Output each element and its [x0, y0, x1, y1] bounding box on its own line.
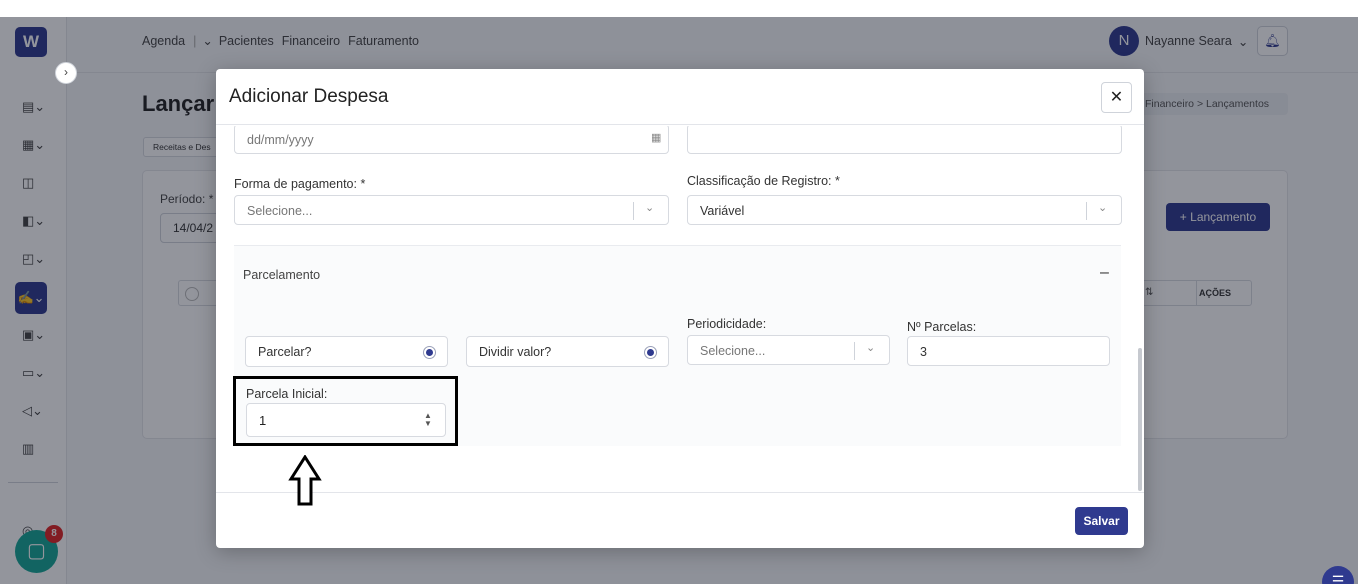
date-input[interactable]: dd/mm/yyyy ▦ — [234, 126, 669, 154]
num-parcelas-input[interactable]: 3 — [907, 336, 1110, 366]
classificacao-label: Classificação de Registro: * — [687, 174, 840, 188]
modal-footer: Salvar — [216, 492, 1144, 548]
periodicidade-select[interactable]: Selecione... ⌄ — [687, 335, 890, 365]
forma-pagamento-value: Selecione... — [247, 204, 313, 218]
value-input[interactable] — [687, 126, 1122, 154]
classificacao-select[interactable]: Variável ⌄ — [687, 195, 1122, 225]
select-separator — [633, 202, 634, 220]
forma-pagamento-select[interactable]: Selecione... ⌄ — [234, 195, 669, 225]
collapse-toggle-icon[interactable]: – — [1100, 264, 1109, 282]
save-button[interactable]: Salvar — [1075, 507, 1128, 535]
forma-pagamento-label: Forma de pagamento: * — [234, 177, 366, 191]
periodicidade-label: Periodicidade: — [687, 317, 767, 331]
dividir-valor-label: Dividir valor? — [479, 345, 552, 359]
add-expense-modal: Adicionar Despesa ✕ dd/mm/yyyy ▦ Forma d… — [216, 69, 1144, 548]
modal-title: Adicionar Despesa — [229, 86, 389, 107]
select-separator — [854, 342, 855, 360]
parcelar-option[interactable]: Parcelar? — [245, 336, 448, 367]
dividir-valor-option[interactable]: Dividir valor? — [466, 336, 669, 367]
modal-scrollbar[interactable] — [1138, 348, 1142, 491]
close-icon[interactable]: ✕ — [1101, 82, 1132, 113]
sidebar-collapse-button[interactable]: › — [55, 62, 77, 84]
calendar-icon[interactable]: ▦ — [651, 131, 661, 144]
top-blank-strip — [0, 0, 1358, 17]
chevron-down-icon[interactable]: ⌄ — [1098, 201, 1107, 214]
dividir-valor-radio[interactable] — [644, 346, 657, 359]
parcelar-radio[interactable] — [423, 346, 436, 359]
classificacao-value: Variável — [700, 204, 745, 218]
select-separator — [1086, 202, 1087, 220]
periodicidade-value: Selecione... — [700, 344, 766, 358]
chevron-down-icon[interactable]: ⌄ — [866, 341, 875, 354]
chevron-down-icon[interactable]: ⌄ — [645, 201, 654, 214]
num-parcelas-value: 3 — [920, 345, 927, 359]
highlight-annotation-box — [233, 376, 458, 446]
date-placeholder: dd/mm/yyyy — [247, 133, 314, 147]
parcelamento-title: Parcelamento — [243, 268, 321, 282]
parcelar-label: Parcelar? — [258, 345, 312, 359]
modal-header: Adicionar Despesa ✕ — [216, 69, 1144, 125]
up-arrow-annotation-icon — [288, 455, 322, 506]
num-parcelas-label: Nº Parcelas: — [907, 320, 977, 334]
